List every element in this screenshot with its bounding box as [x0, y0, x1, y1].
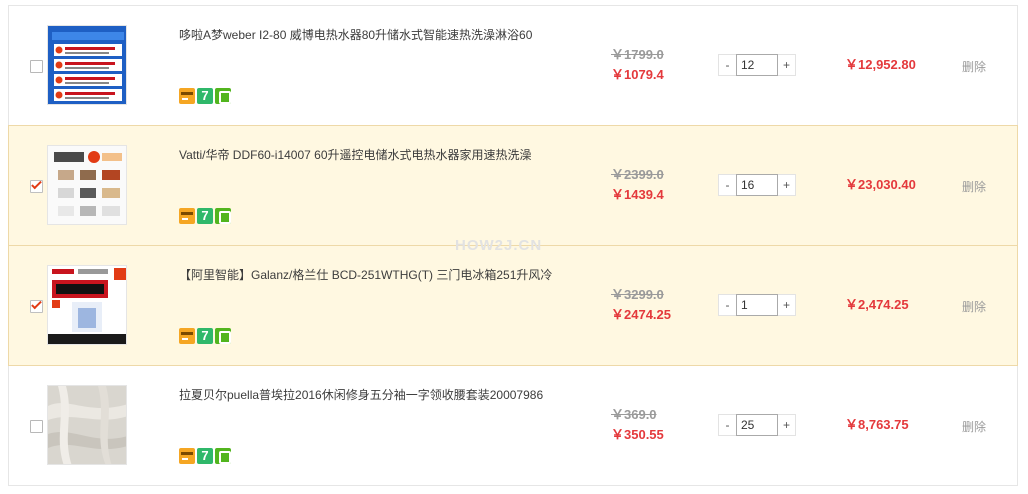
decrease-quantity-button[interactable]: -	[718, 414, 736, 436]
promo-price: ￥1439.4	[611, 187, 664, 202]
decrease-quantity-button[interactable]: -	[718, 54, 736, 76]
cart-item-row: Vatti/华帝 DDF60-i14007 60升遥控电储水式电热水器家用速热洗…	[8, 125, 1018, 246]
checkmark-icon	[31, 178, 42, 190]
quantity-stepper: -+	[718, 54, 796, 78]
decrease-quantity-button[interactable]: -	[718, 174, 736, 196]
original-price: ￥1799.0	[611, 47, 664, 62]
quantity-input[interactable]	[736, 294, 778, 316]
delete-link[interactable]: 删除	[962, 178, 986, 195]
seven-day-return-icon: 7	[197, 448, 213, 464]
credit-card-icon	[179, 448, 195, 464]
cart-item-row: 哆啦A梦weber I2-80 威博电热水器80升储水式智能速热洗澡淋浴60 7…	[8, 5, 1018, 126]
increase-quantity-button[interactable]: +	[778, 54, 796, 76]
decrease-quantity-button[interactable]: -	[718, 294, 736, 316]
quantity-input[interactable]	[736, 54, 778, 76]
original-price: ￥2399.0	[611, 167, 664, 182]
guarantee-icon	[215, 448, 231, 464]
credit-card-icon	[179, 208, 195, 224]
delete-link[interactable]: 删除	[962, 58, 986, 75]
credit-card-icon	[179, 88, 195, 104]
product-image[interactable]	[47, 145, 127, 225]
product-image[interactable]	[47, 385, 127, 465]
service-badges: 7	[179, 208, 233, 224]
item-subtotal: ￥8,763.75	[845, 417, 909, 432]
service-badges: 7	[179, 448, 233, 464]
product-image[interactable]	[47, 265, 127, 345]
item-checkbox[interactable]	[30, 420, 43, 433]
product-title[interactable]: 【阿里智能】Galanz/格兰仕 BCD-251WTHG(T) 三门电冰箱251…	[179, 267, 589, 283]
guarantee-icon	[215, 88, 231, 104]
product-title[interactable]: Vatti/华帝 DDF60-i14007 60升遥控电储水式电热水器家用速热洗…	[179, 147, 589, 163]
product-title[interactable]: 拉夏贝尔puella普埃拉2016休闲修身五分袖一字领收腰套装20007986	[179, 387, 589, 403]
seven-day-return-icon: 7	[197, 208, 213, 224]
quantity-stepper: -+	[718, 294, 796, 318]
product-image[interactable]	[47, 25, 127, 105]
original-price: ￥369.0	[611, 407, 657, 422]
quantity-input[interactable]	[736, 414, 778, 436]
item-subtotal: ￥12,952.80	[845, 57, 916, 72]
item-checkbox[interactable]	[30, 178, 43, 193]
quantity-input[interactable]	[736, 174, 778, 196]
quantity-stepper: -+	[718, 414, 796, 438]
quantity-stepper: -+	[718, 174, 796, 198]
original-price: ￥3299.0	[611, 287, 664, 302]
item-subtotal: ￥2,474.25	[845, 297, 909, 312]
promo-price: ￥350.55	[611, 427, 664, 442]
cart-item-row: 拉夏贝尔puella普埃拉2016休闲修身五分袖一字领收腰套装20007986 …	[8, 365, 1018, 486]
item-subtotal: ￥23,030.40	[845, 177, 916, 192]
item-checkbox[interactable]	[30, 60, 43, 73]
product-title[interactable]: 哆啦A梦weber I2-80 威博电热水器80升储水式智能速热洗澡淋浴60	[179, 27, 589, 43]
increase-quantity-button[interactable]: +	[778, 414, 796, 436]
item-checkbox[interactable]	[30, 298, 43, 313]
guarantee-icon	[215, 328, 231, 344]
watermark-text: HOW2J.CN	[455, 237, 543, 254]
guarantee-icon	[215, 208, 231, 224]
cart-item-row: 【阿里智能】Galanz/格兰仕 BCD-251WTHG(T) 三门电冰箱251…	[8, 245, 1018, 366]
promo-price: ￥1079.4	[611, 67, 664, 82]
seven-day-return-icon: 7	[197, 88, 213, 104]
checkmark-icon	[31, 298, 42, 310]
credit-card-icon	[179, 328, 195, 344]
delete-link[interactable]: 删除	[962, 418, 986, 435]
service-badges: 7	[179, 88, 233, 104]
increase-quantity-button[interactable]: +	[778, 294, 796, 316]
increase-quantity-button[interactable]: +	[778, 174, 796, 196]
seven-day-return-icon: 7	[197, 328, 213, 344]
service-badges: 7	[179, 328, 233, 344]
delete-link[interactable]: 删除	[962, 298, 986, 315]
promo-price: ￥2474.25	[611, 307, 671, 322]
